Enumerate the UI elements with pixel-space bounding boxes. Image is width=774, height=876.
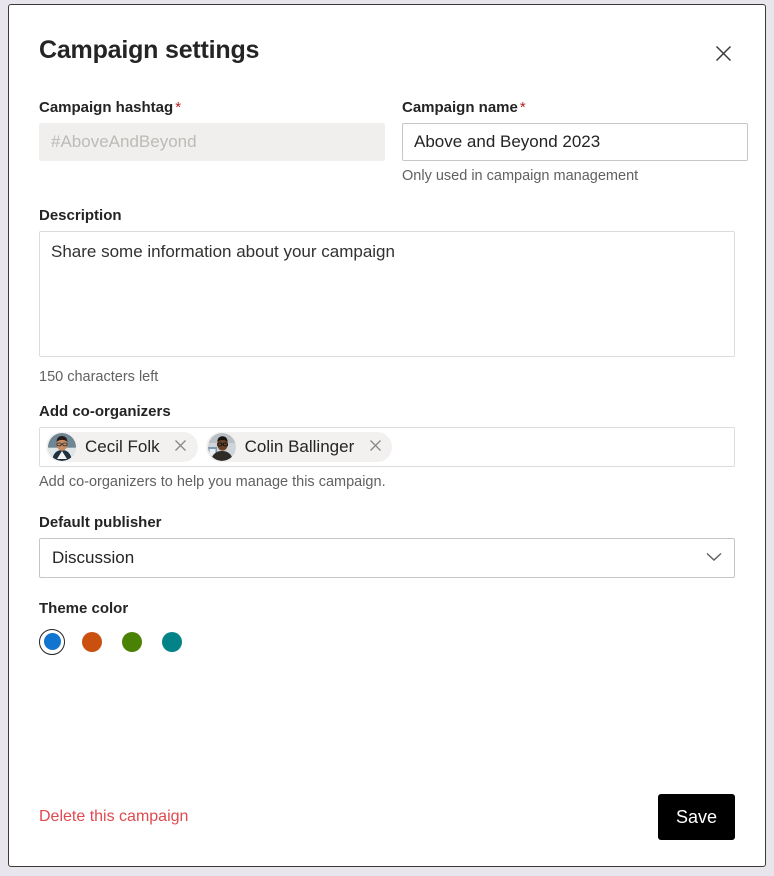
description-field: Description 150 characters left [39, 207, 735, 387]
theme-swatch-teal[interactable] [159, 629, 185, 655]
person-chip-name: Colin Ballinger [236, 437, 363, 457]
page-title: Campaign settings [39, 35, 259, 65]
person-chip[interactable]: Cecil Folk [46, 432, 198, 462]
remove-person-button[interactable] [362, 434, 388, 460]
publisher-selected-value: Discussion [52, 548, 134, 568]
theme-swatch-orange[interactable] [79, 629, 105, 655]
delete-campaign-link[interactable]: Delete this campaign [39, 808, 188, 826]
description-textarea[interactable] [39, 231, 735, 357]
theme-color-swatches [39, 629, 735, 655]
close-button[interactable] [707, 37, 739, 69]
chevron-down-icon [706, 549, 722, 567]
publisher-field: Default publisher Discussion [39, 514, 735, 578]
theme-color-label: Theme color [39, 600, 735, 617]
hashtag-label: Campaign hashtag* [39, 99, 385, 116]
campaign-name-label: Campaign name* [402, 99, 748, 116]
avatar-photo-icon [48, 433, 76, 461]
dialog-header: Campaign settings [39, 35, 735, 69]
close-icon [714, 44, 733, 63]
remove-person-button[interactable] [168, 434, 194, 460]
save-button[interactable]: Save [658, 794, 735, 840]
campaign-name-hint: Only used in campaign management [402, 167, 748, 186]
theme-swatch-green[interactable] [119, 629, 145, 655]
publisher-dropdown[interactable]: Discussion [39, 538, 735, 578]
theme-swatch-dot [82, 632, 102, 652]
avatar-photo-icon [208, 433, 236, 461]
person-chip[interactable]: Colin Ballinger [206, 432, 393, 462]
campaign-name-required-marker: * [520, 99, 526, 116]
theme-swatch-blue[interactable] [39, 629, 65, 655]
publisher-label: Default publisher [39, 514, 735, 531]
theme-swatch-dot [162, 632, 182, 652]
hashtag-input[interactable] [39, 123, 385, 161]
campaign-name-input[interactable] [402, 123, 748, 161]
theme-color-field: Theme color [39, 600, 735, 655]
coorganizers-field: Add co-organizers [39, 403, 735, 492]
theme-swatch-dot [44, 633, 61, 650]
coorganizers-people-picker[interactable]: Cecil Folk [39, 427, 735, 467]
close-icon [369, 439, 382, 455]
campaign-name-field: Campaign name* Only used in campaign man… [402, 99, 748, 186]
dialog-footer: Delete this campaign Save [39, 794, 735, 840]
hashtag-required-marker: * [175, 99, 181, 116]
close-icon [174, 439, 187, 455]
theme-swatch-dot [122, 632, 142, 652]
hashtag-field: Campaign hashtag* [39, 99, 385, 186]
person-chip-name: Cecil Folk [76, 437, 168, 457]
coorganizers-label: Add co-organizers [39, 403, 735, 420]
hashtag-label-text: Campaign hashtag [39, 99, 173, 116]
campaign-settings-dialog: Campaign settings Campaign hashtag* Cam [8, 4, 766, 867]
description-label: Description [39, 207, 735, 224]
coorganizers-hint: Add co-organizers to help you manage thi… [39, 473, 735, 492]
description-character-counter: 150 characters left [39, 368, 735, 387]
campaign-name-label-text: Campaign name [402, 99, 518, 116]
hashtag-name-row: Campaign hashtag* Campaign name* Only us… [39, 99, 735, 186]
